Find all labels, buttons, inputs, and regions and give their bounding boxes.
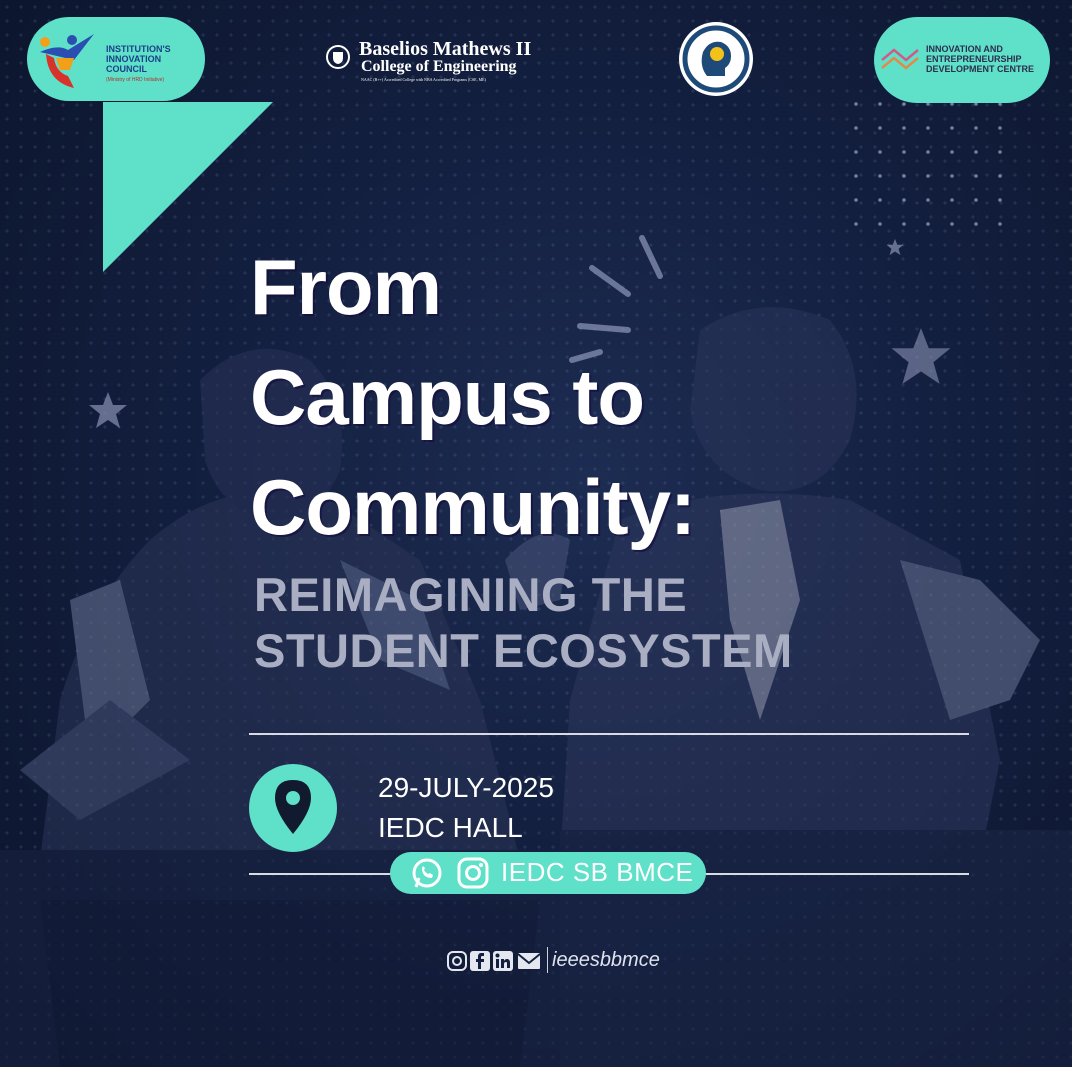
footer-separator — [547, 947, 548, 973]
divider-bottom-right — [702, 873, 969, 875]
mail-icon[interactable] — [517, 951, 541, 971]
title-line3: Community: — [250, 463, 696, 551]
iedc-line1: INNOVATION AND — [926, 44, 1003, 54]
iic-logo-subtext: (Ministry of HRD Initiative) — [106, 77, 165, 83]
event-subtitle: REIMAGINING THE STUDENT ECOSYSTEM — [254, 567, 793, 679]
iedc-line3: DEVELOPMENT CENTRE — [926, 64, 1035, 74]
iedc-line2: ENTREPRENEURSHIP — [926, 54, 1022, 64]
star-icon — [886, 238, 904, 256]
divider-bottom-left — [249, 873, 394, 875]
linkedin-icon[interactable] — [493, 951, 513, 971]
event-venue: IEDC HALL — [378, 812, 523, 843]
subtitle-line2: STUDENT ECOSYSTEM — [254, 624, 793, 677]
location-pin-icon — [275, 780, 311, 834]
iic-logo-icon — [40, 34, 94, 88]
iic-logo-text: INSTITUTION'S INNOVATION COUNCIL — [106, 44, 196, 74]
title-line1: From — [250, 243, 442, 331]
iic-line2: INNOVATION — [106, 54, 162, 64]
title-line2: Campus to — [250, 353, 645, 441]
whatsapp-icon[interactable] — [410, 856, 444, 890]
event-poster: INSTITUTION'S INNOVATION COUNCIL (Minist… — [0, 0, 1072, 1067]
subtitle-line1: REIMAGINING THE — [254, 568, 688, 621]
brain-bulb-logo-icon — [679, 22, 753, 96]
iedc-logo-text: INNOVATION AND ENTREPRENEURSHIP DEVELOPM… — [926, 44, 1048, 74]
accent-triangle — [103, 102, 273, 272]
iedc-logo-icon — [881, 48, 919, 70]
iic-line3: COUNCIL — [106, 64, 147, 74]
instagram-icon[interactable] — [456, 856, 490, 890]
footer-instagram-icon[interactable] — [447, 951, 467, 971]
divider-top — [249, 733, 969, 735]
star-icon — [89, 392, 127, 428]
iic-line1: INSTITUTION'S — [106, 44, 171, 54]
college-crest-icon — [326, 45, 350, 69]
dot-grid-decoration — [854, 102, 1002, 226]
facebook-icon[interactable] — [470, 951, 490, 971]
college-accreditation: NAAC (B++) Accredited College with NBA A… — [361, 77, 486, 82]
footer-handle[interactable]: ieeesbbmce — [552, 949, 660, 972]
event-title: From Campus to Community: — [250, 232, 696, 562]
event-date: 29-JULY-2025 — [378, 772, 554, 803]
star-icon — [891, 328, 951, 384]
contact-label[interactable]: IEDC SB BMCE — [501, 857, 693, 888]
college-name-line2: College of Engineering — [361, 58, 517, 75]
